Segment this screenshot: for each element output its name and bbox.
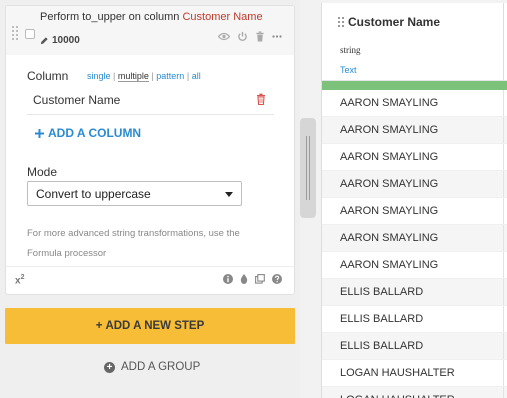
column-mode-multiple[interactable]: multiple [117, 71, 149, 82]
data-table: Customer Name string Text AARON SMAYLING… [321, 3, 507, 398]
add-group-button[interactable]: + ADD A GROUP [104, 361, 200, 373]
step-count-value: 10000 [52, 35, 80, 46]
plus-circle-icon: + [104, 361, 115, 373]
step-actions [218, 31, 282, 42]
column-header-name[interactable]: Customer Name [348, 15, 440, 29]
mode-label: Mode [27, 165, 58, 179]
remove-column-icon[interactable] [256, 93, 266, 105]
column-mode-single[interactable]: single [87, 71, 111, 81]
copy-icon[interactable] [255, 274, 265, 284]
add-column-label: ADD A COLUMN [48, 126, 142, 140]
step-footer: x2 [6, 266, 294, 294]
table-row[interactable]: AARON SMAYLING [322, 225, 507, 252]
trash-icon[interactable] [255, 31, 265, 42]
table-row[interactable]: AARON SMAYLING [322, 252, 507, 279]
drop-icon[interactable] [240, 274, 248, 284]
table-row[interactable]: AARON SMAYLING [322, 117, 507, 144]
steps-panel: Perform to_upper on column Customer Name… [0, 0, 300, 398]
footer-actions [223, 274, 282, 284]
more-icon[interactable] [272, 35, 282, 38]
drag-handle-icon[interactable] [338, 17, 344, 29]
prepare-recipe-screen: Perform to_upper on column Customer Name… [0, 0, 507, 398]
mode-select-value: Convert to uppercase [36, 187, 151, 201]
add-group-label: ADD A GROUP [121, 361, 201, 373]
step-title-prefix: Perform to_upper on column [40, 11, 180, 23]
column-header[interactable]: Customer Name string Text [322, 3, 507, 81]
panel-resize-handle[interactable] [300, 118, 316, 218]
step-row-count: 10000 [40, 35, 80, 46]
column-divider[interactable] [503, 3, 504, 80]
column-label: Column [27, 69, 69, 83]
table-row[interactable]: ELLIS BALLARD [322, 306, 507, 333]
column-meaning[interactable]: Text [340, 65, 357, 75]
table-row[interactable]: LOGAN HAUSHALTER [322, 387, 507, 398]
column-mode-selector: single | multiple | pattern | all [87, 71, 201, 82]
power-icon[interactable] [237, 31, 248, 42]
info-icon[interactable] [223, 274, 233, 284]
drag-handle-icon[interactable] [12, 26, 18, 40]
column-quality-bar[interactable] [322, 81, 507, 90]
add-column-button[interactable]: ADD A COLUMN [35, 126, 141, 140]
table-row[interactable]: AARON SMAYLING [322, 198, 507, 225]
table-row[interactable]: ELLIS BALLARD [322, 279, 507, 306]
table-row[interactable]: AARON SMAYLING [322, 144, 507, 171]
superscript-icon: x2 [15, 274, 25, 287]
eye-icon[interactable] [218, 32, 230, 41]
column-mode-all[interactable]: all [192, 71, 201, 81]
caret-down-icon [225, 192, 233, 197]
column-item: Customer Name [27, 87, 274, 115]
table-row[interactable]: LOGAN HAUSHALTER [322, 360, 507, 387]
table-row[interactable]: AARON SMAYLING [322, 171, 507, 198]
pencil-icon [40, 37, 48, 45]
table-row[interactable]: ELLIS BALLARD [322, 333, 507, 360]
mode-select[interactable]: Convert to uppercase [27, 181, 242, 206]
column-storage-type: string [340, 45, 361, 55]
help-text: For more advanced string transformations… [27, 228, 240, 259]
plus-icon [35, 128, 44, 138]
help-icon[interactable] [272, 274, 282, 284]
add-new-step-label: ADD A NEW STEP [105, 320, 205, 332]
add-new-step-button[interactable]: + ADD A NEW STEP [5, 308, 295, 344]
step-checkbox[interactable] [25, 29, 35, 39]
step-title-column: Customer Name [182, 11, 263, 23]
step-card: Perform to_upper on column Customer Name… [5, 5, 295, 295]
step-header[interactable]: Perform to_upper on column Customer Name… [6, 6, 294, 55]
step-title: Perform to_upper on column Customer Name [40, 11, 263, 23]
column-mode-pattern[interactable]: pattern [156, 71, 184, 81]
plus-icon: + [95, 320, 103, 332]
table-rows: AARON SMAYLING AARON SMAYLING AARON SMAYLI… [322, 90, 507, 398]
column-item-name: Customer Name [33, 93, 121, 107]
table-row[interactable]: AARON SMAYLING [322, 90, 507, 117]
